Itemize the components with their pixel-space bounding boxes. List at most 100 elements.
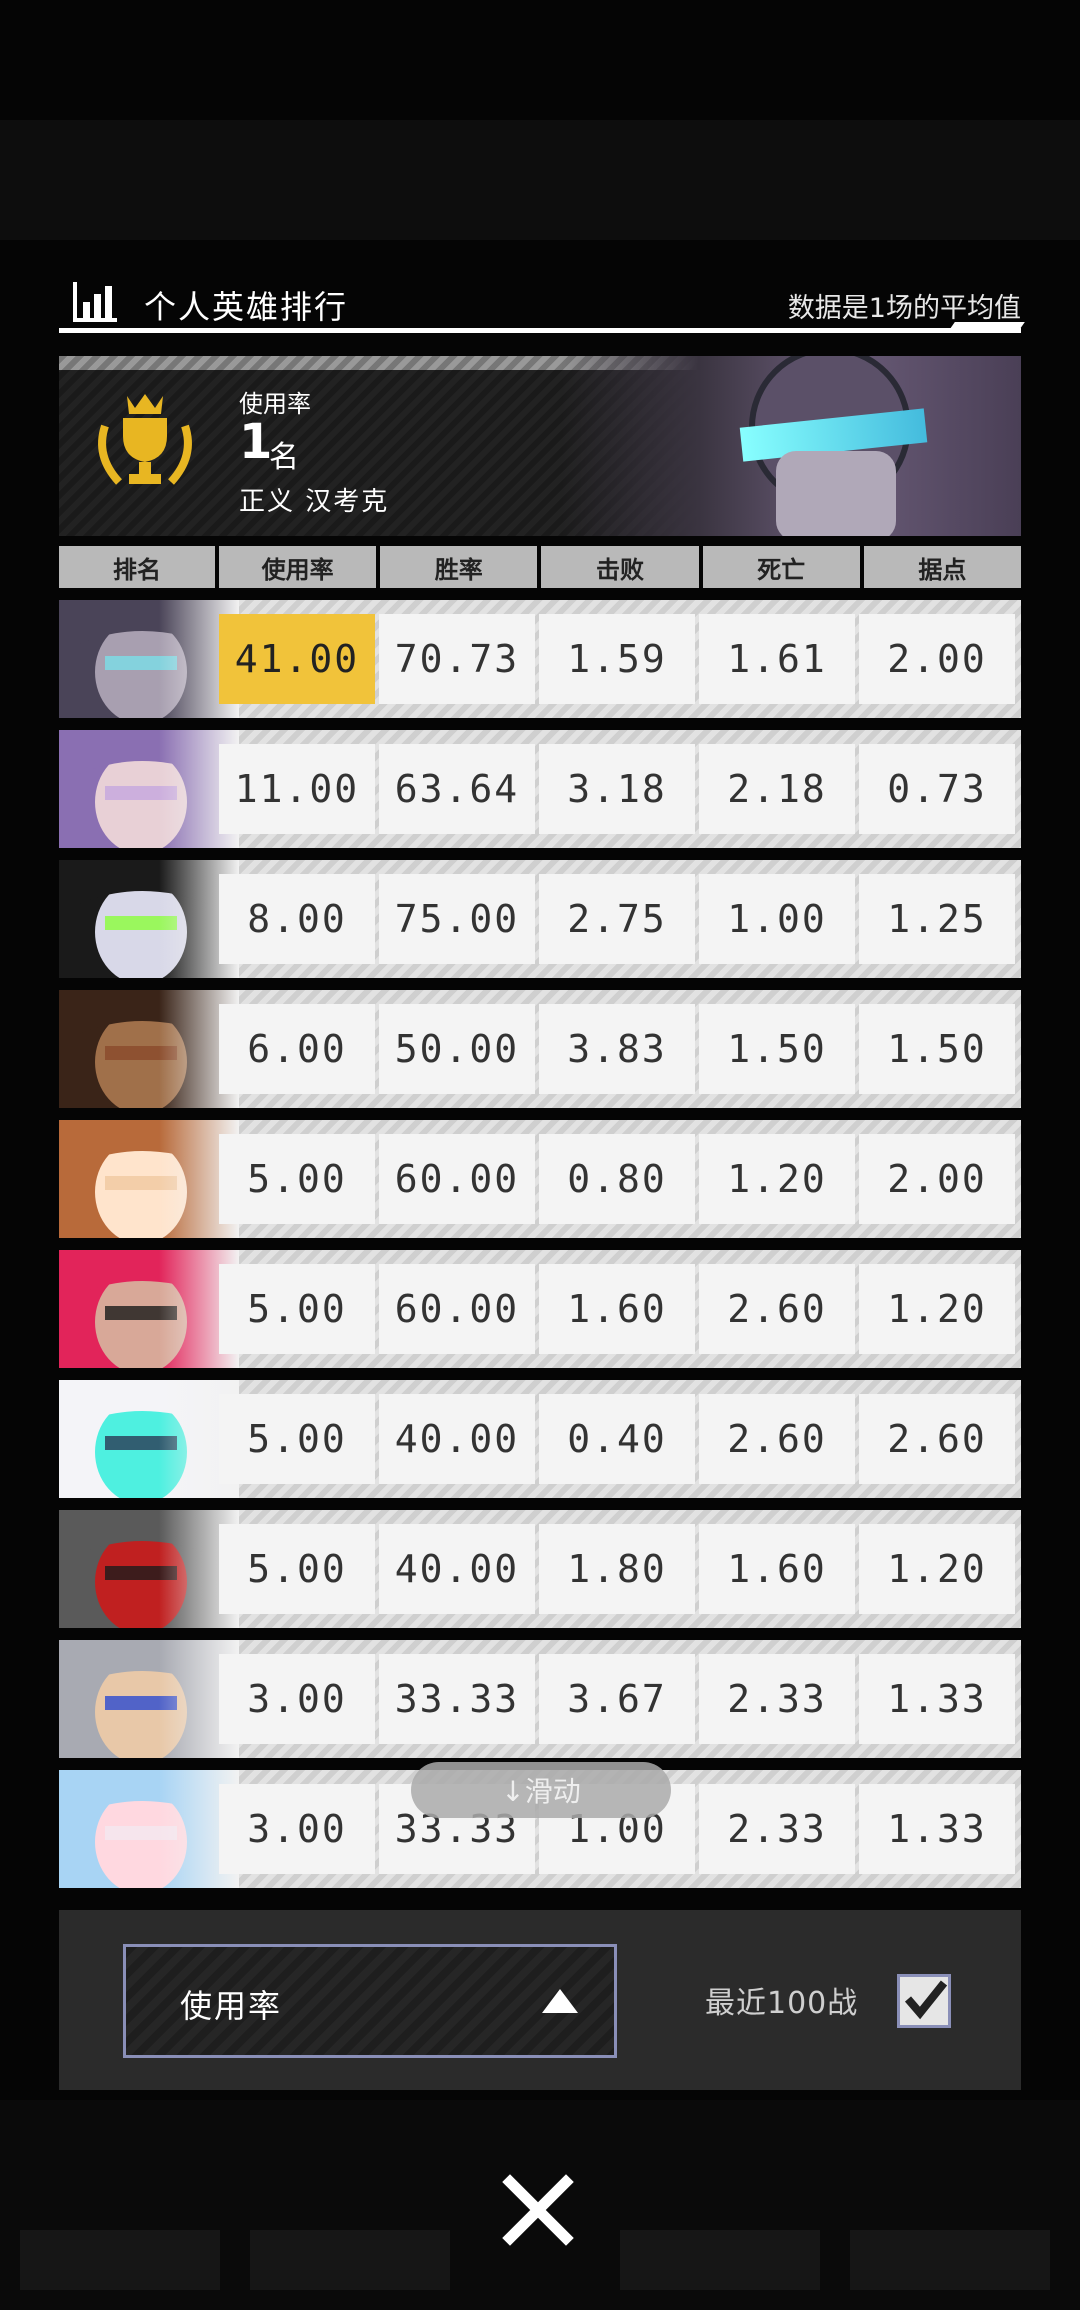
table-header: 排名 使用率 胜率 击败 死亡 据点 xyxy=(59,546,1022,588)
points-cell: 1.33 xyxy=(859,1784,1015,1874)
table-row[interactable]: 3.00 33.33 3.67 2.33 1.33 xyxy=(59,1640,1021,1758)
usage-cell: 5.00 xyxy=(219,1264,375,1354)
hero-avatar xyxy=(59,1770,239,1888)
scroll-hint: ↓滑动 xyxy=(411,1762,671,1818)
deaths-cell: 1.50 xyxy=(699,1004,855,1094)
points-cell: 1.20 xyxy=(859,1264,1015,1354)
usage-cell: 3.00 xyxy=(219,1784,375,1874)
table-row[interactable]: 8.00 75.00 2.75 1.00 1.25 xyxy=(59,860,1021,978)
deaths-cell: 2.33 xyxy=(699,1654,855,1744)
column-header-deaths[interactable]: 死亡 xyxy=(702,546,860,588)
filter-bar: 使用率 最近100战 xyxy=(59,1910,1021,2090)
points-cell: 1.50 xyxy=(859,1004,1015,1094)
table-row[interactable]: 11.00 63.64 3.18 2.18 0.73 xyxy=(59,730,1021,848)
hero-avatar xyxy=(59,1510,239,1628)
points-cell: 1.33 xyxy=(859,1654,1015,1744)
hero-avatar xyxy=(59,1640,239,1758)
panel-header: 个人英雄排行 数据是1场的平均值 xyxy=(59,270,1025,340)
hero-avatar xyxy=(59,1120,239,1238)
usage-cell: 3.00 xyxy=(219,1654,375,1744)
winrate-cell: 50.00 xyxy=(379,1004,535,1094)
usage-cell: 5.00 xyxy=(219,1394,375,1484)
winrate-cell: 33.33 xyxy=(379,1654,535,1744)
deaths-cell: 1.00 xyxy=(699,874,855,964)
deaths-cell: 2.60 xyxy=(699,1394,855,1484)
table-row[interactable]: 41.00 70.73 1.59 1.61 2.00 xyxy=(59,600,1021,718)
background-tab xyxy=(20,2230,220,2290)
ranking-list[interactable]: 41.00 70.73 1.59 1.61 2.00 11.00 63.64 3.18 2.18… xyxy=(59,600,1021,1900)
deaths-cell: 1.20 xyxy=(699,1134,855,1224)
hero-avatar xyxy=(59,600,239,718)
deaths-cell: 2.18 xyxy=(699,744,855,834)
background-tab xyxy=(850,2230,1050,2290)
column-header-rank[interactable]: 排名 xyxy=(59,546,215,588)
table-row[interactable]: 5.00 40.00 1.80 1.60 1.20 xyxy=(59,1510,1021,1628)
kills-cell: 2.75 xyxy=(539,874,695,964)
points-cell: 0.73 xyxy=(859,744,1015,834)
hero-avatar xyxy=(59,990,239,1108)
points-cell: 1.25 xyxy=(859,874,1015,964)
usage-cell: 5.00 xyxy=(219,1134,375,1224)
bar-chart-icon xyxy=(73,282,117,322)
table-row[interactable]: 5.00 60.00 0.80 1.20 2.00 xyxy=(59,1120,1021,1238)
kills-cell: 0.40 xyxy=(539,1394,695,1484)
triangle-up-icon xyxy=(542,1989,578,2013)
deaths-cell: 2.60 xyxy=(699,1264,855,1354)
usage-cell: 6.00 xyxy=(219,1004,375,1094)
column-header-winrate[interactable]: 胜率 xyxy=(380,546,538,588)
column-header-kills[interactable]: 击败 xyxy=(541,546,699,588)
trophy-icon xyxy=(98,394,192,485)
top-hero-name: 正义 汉考克 xyxy=(239,487,390,517)
deaths-cell: 1.60 xyxy=(699,1524,855,1614)
recent-battles-checkbox[interactable] xyxy=(897,1974,951,2028)
header-divider xyxy=(59,328,1021,333)
winrate-cell: 75.00 xyxy=(379,874,535,964)
data-note: 数据是1场的平均值 xyxy=(787,293,1021,324)
winrate-cell: 60.00 xyxy=(379,1264,535,1354)
table-row[interactable]: 6.00 50.00 3.83 1.50 1.50 xyxy=(59,990,1021,1108)
winrate-cell: 70.73 xyxy=(379,614,535,704)
column-header-points[interactable]: 据点 xyxy=(863,546,1022,588)
rank-unit: 名 xyxy=(269,440,299,475)
table-row[interactable]: 5.00 40.00 0.40 2.60 2.60 xyxy=(59,1380,1021,1498)
hero-avatar xyxy=(59,1380,239,1498)
deaths-cell: 2.33 xyxy=(699,1784,855,1874)
usage-cell: 41.00 xyxy=(219,614,375,704)
kills-cell: 1.80 xyxy=(539,1524,695,1614)
table-row[interactable]: 5.00 60.00 1.60 2.60 1.20 xyxy=(59,1250,1021,1368)
winrate-cell: 63.64 xyxy=(379,744,535,834)
header-divider-accent xyxy=(947,322,1025,333)
background-top-bar xyxy=(0,120,1080,240)
winrate-cell: 60.00 xyxy=(379,1134,535,1224)
rank-number: 1 xyxy=(239,414,273,470)
winrate-cell: 40.00 xyxy=(379,1524,535,1614)
kills-cell: 0.80 xyxy=(539,1134,695,1224)
background-tab xyxy=(250,2230,450,2290)
usage-cell: 8.00 xyxy=(219,874,375,964)
checkmark-icon xyxy=(904,1980,948,2020)
kills-cell: 3.18 xyxy=(539,744,695,834)
sort-select[interactable]: 使用率 xyxy=(123,1944,617,2058)
points-cell: 2.60 xyxy=(859,1394,1015,1484)
hero-avatar xyxy=(59,730,239,848)
kills-cell: 1.59 xyxy=(539,614,695,704)
recent-battles-label: 最近100战 xyxy=(705,1986,859,2021)
points-cell: 2.00 xyxy=(859,614,1015,704)
winrate-cell: 40.00 xyxy=(379,1394,535,1484)
usage-cell: 11.00 xyxy=(219,744,375,834)
kills-cell: 3.83 xyxy=(539,1004,695,1094)
top-hero-banner: 使用率 1 名 正义 汉考克 xyxy=(59,356,1021,536)
kills-cell: 1.60 xyxy=(539,1264,695,1354)
close-icon[interactable] xyxy=(500,2172,576,2248)
points-cell: 2.00 xyxy=(859,1134,1015,1224)
hero-avatar xyxy=(59,1250,239,1368)
hero-avatar xyxy=(59,860,239,978)
usage-cell: 5.00 xyxy=(219,1524,375,1614)
kills-cell: 3.67 xyxy=(539,1654,695,1744)
background-tab xyxy=(620,2230,820,2290)
column-header-usage[interactable]: 使用率 xyxy=(219,546,377,588)
sort-select-value: 使用率 xyxy=(180,1987,283,2025)
deaths-cell: 1.61 xyxy=(699,614,855,704)
page-title: 个人英雄排行 xyxy=(144,288,349,326)
points-cell: 1.20 xyxy=(859,1524,1015,1614)
